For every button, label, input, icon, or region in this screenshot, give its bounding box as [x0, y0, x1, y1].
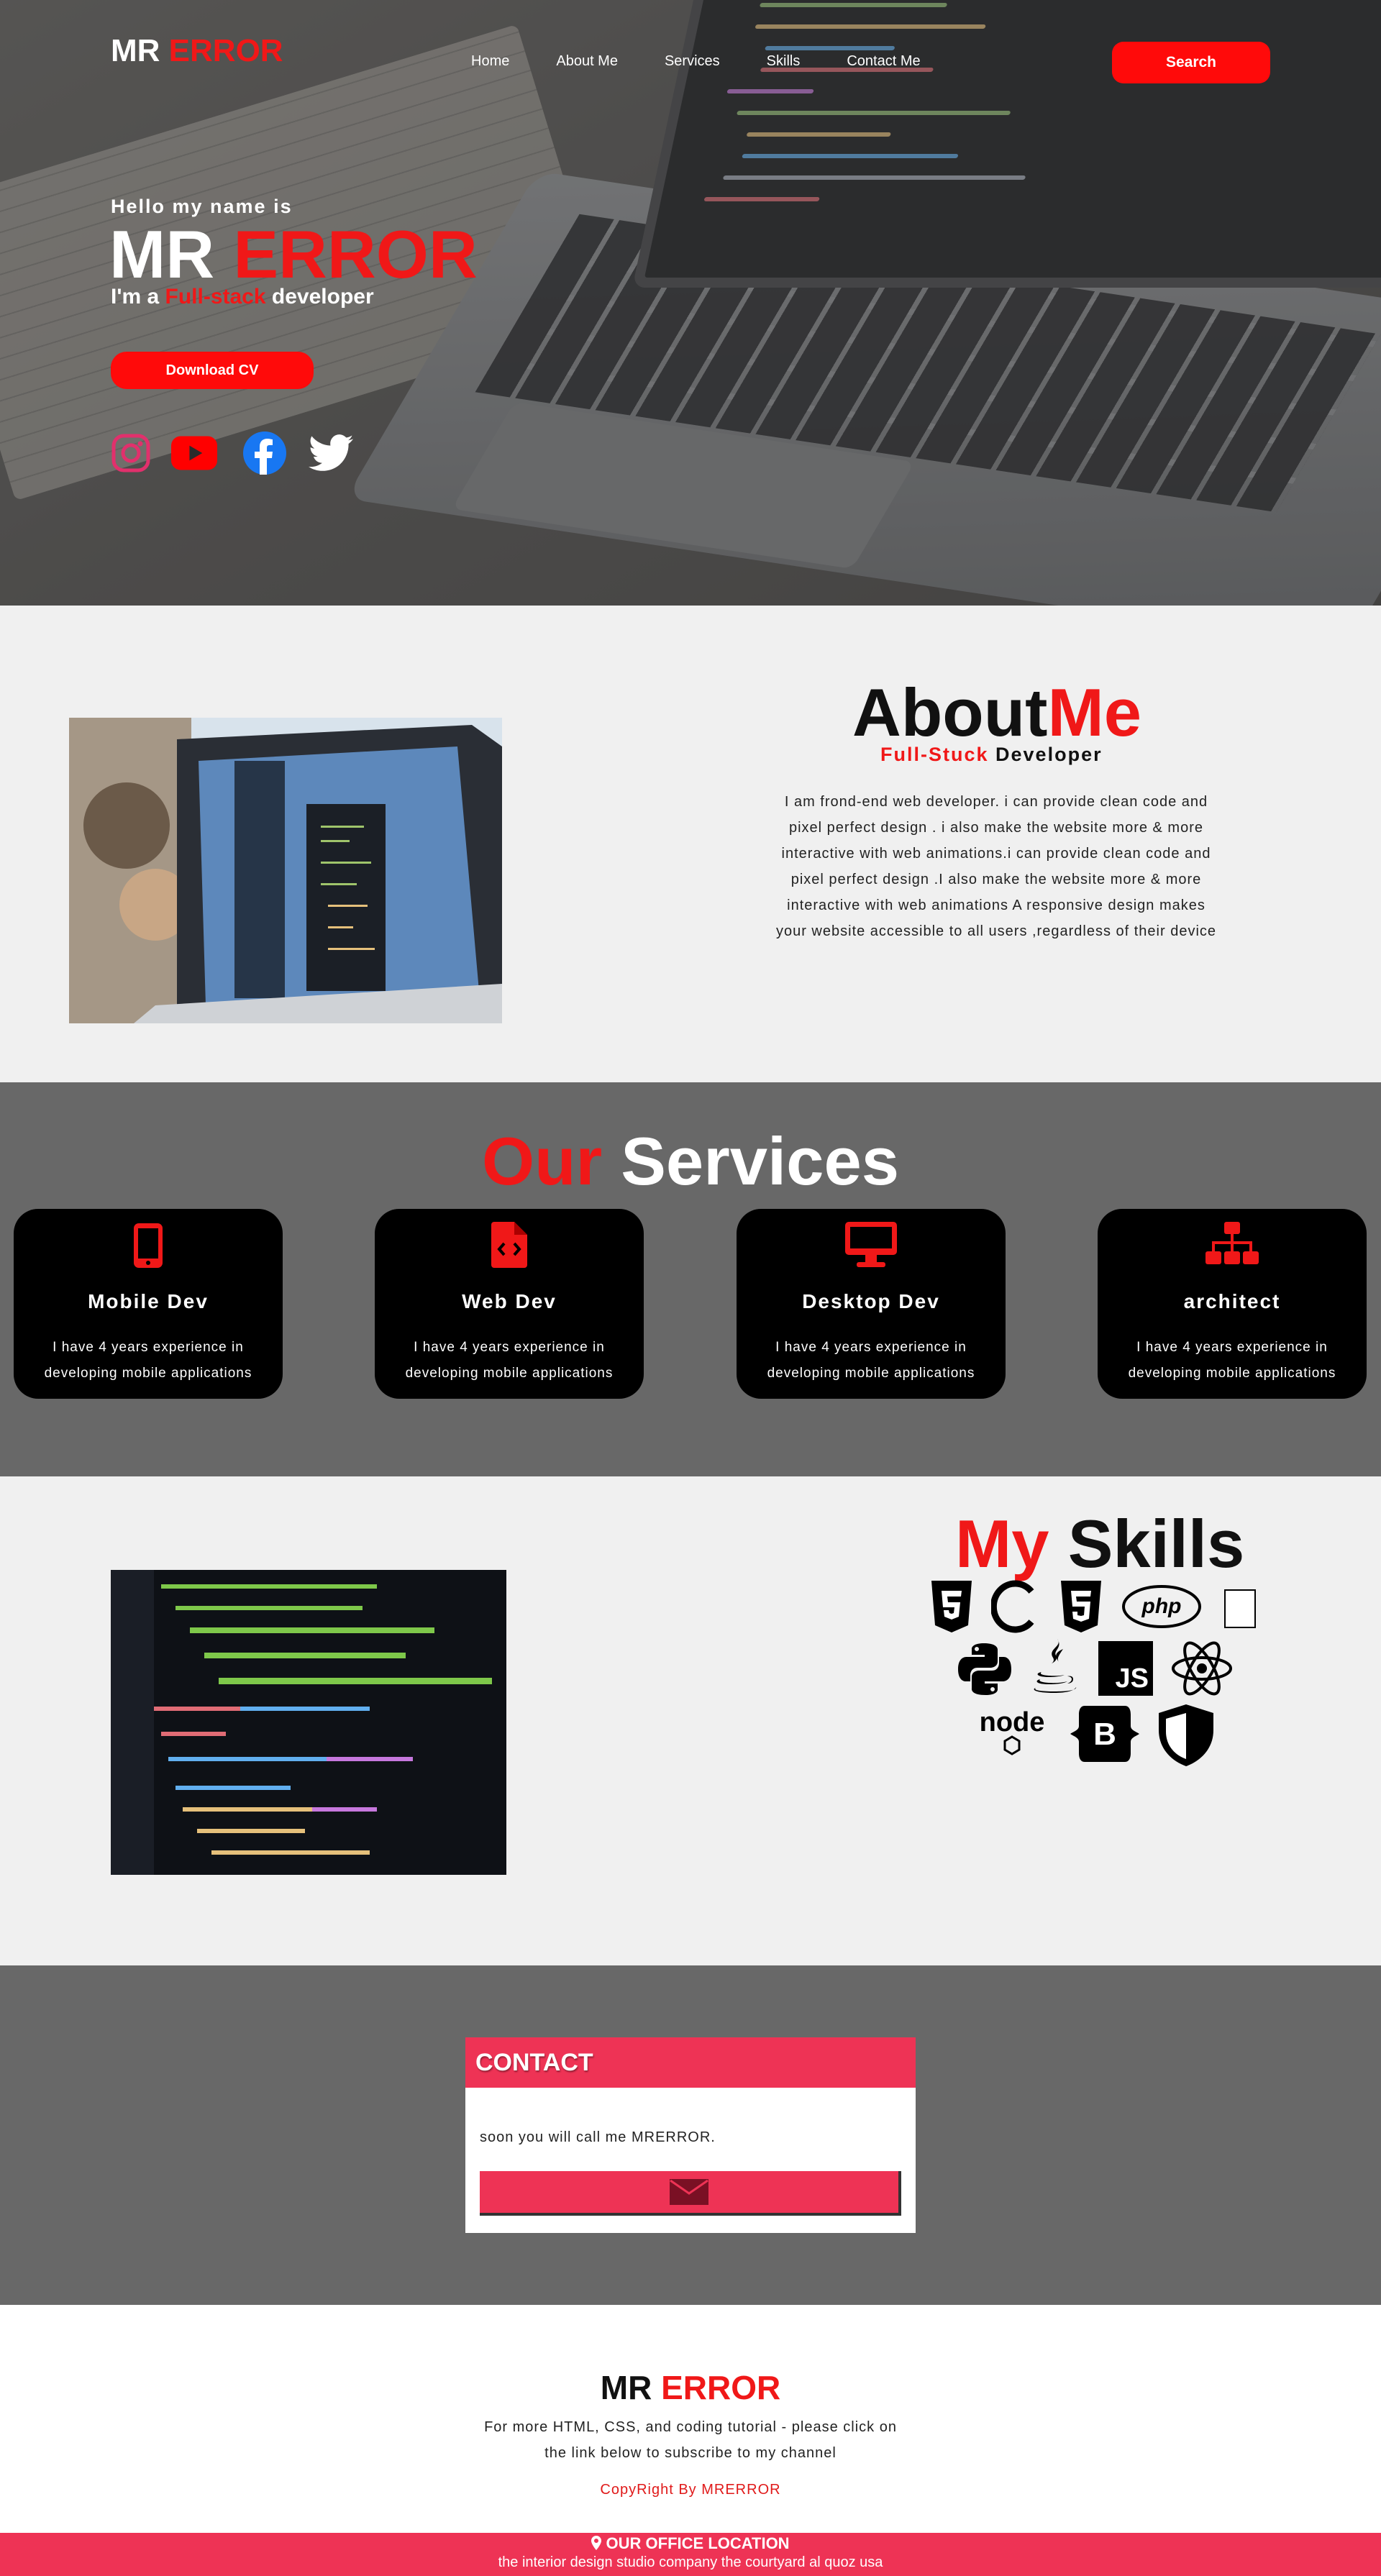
facebook-icon[interactable] [242, 430, 288, 476]
office-title: OUR OFFICE LOCATION [0, 2534, 1381, 2553]
role-highlight: Full-stack [165, 285, 266, 309]
services-section: Our Services Mobile Dev I have 4 years e… [0, 1082, 1381, 1476]
contact-section: CONTACT soon you will call me MRERROR. [0, 1965, 1381, 2305]
contact-mail-button[interactable] [480, 2171, 901, 2216]
mobile-icon [134, 1223, 163, 1268]
download-cv-button[interactable]: Download CV [111, 352, 314, 389]
shield-icon [1155, 1702, 1217, 1768]
contact-box: CONTACT soon you will call me MRERROR. [465, 2037, 916, 2233]
css3-icon [928, 1579, 975, 1635]
contact-header: CONTACT [465, 2037, 916, 2088]
role-suffix: developer [271, 285, 374, 309]
svg-text:node: node [980, 1707, 1045, 1737]
footer-text: For more HTML, CSS, and coding tutorial … [484, 2419, 897, 2461]
search-button[interactable]: Search [1112, 42, 1270, 83]
hero-name-second: ERROR [233, 216, 478, 292]
python-icon [958, 1640, 1011, 1698]
about-section: AboutMe Full-Stuck Developer I am frond-… [0, 606, 1381, 1082]
nodejs-icon: node [971, 1704, 1053, 1755]
about-subtitle: Full-Stuck Developer [880, 744, 1103, 766]
html5-icon [1057, 1579, 1105, 1635]
js-icon: JS [1098, 1640, 1154, 1696]
php-icon: php [1121, 1584, 1203, 1629]
service-desc: I have 4 years experience in developing … [767, 1340, 975, 1381]
service-card[interactable]: Web Dev I have 4 years experience in dev… [375, 1209, 644, 1399]
about-title: AboutMe [852, 674, 1141, 752]
java-icon [1030, 1638, 1080, 1699]
service-desc: I have 4 years experience in developing … [44, 1340, 252, 1381]
about-title-a: About [852, 675, 1048, 750]
service-title: architect [1183, 1290, 1281, 1312]
office-title-text: OUR OFFICE LOCATION [606, 2534, 790, 2552]
brand-logo[interactable]: MR ERROR [111, 33, 283, 69]
service-title: Web Dev [462, 1290, 557, 1312]
brand-first: MR [111, 33, 160, 68]
nav-about[interactable]: About Me [556, 53, 618, 70]
footer-section: MR ERROR For more HTML, CSS, and coding … [0, 2305, 1381, 2533]
file-code-icon [491, 1222, 527, 1268]
nav-skills[interactable]: Skills [767, 53, 801, 70]
service-card[interactable]: architect I have 4 years experience in d… [1098, 1209, 1367, 1399]
service-card[interactable]: Mobile Dev I have 4 years experience in … [14, 1209, 283, 1399]
services-title-b: Services [621, 1123, 900, 1199]
footer-logo[interactable]: MR ERROR [0, 2368, 1381, 2407]
c-icon [990, 1579, 1040, 1635]
twitter-icon[interactable] [308, 430, 354, 476]
instagram-icon[interactable] [108, 430, 154, 476]
office-location-bar: OUR OFFICE LOCATION the interior design … [0, 2533, 1381, 2576]
hero-section: MR ERROR Home About Me Services Skills C… [0, 0, 1381, 606]
footer-copyright[interactable]: CopyRight By MRERROR [0, 2482, 1381, 2498]
hero-name-first: MR [109, 216, 215, 292]
code-screen-image [111, 1570, 506, 1875]
service-desc: I have 4 years experience in developing … [405, 1340, 614, 1381]
hero-name: MR ERROR [109, 216, 478, 293]
footer-logo-second: ERROR [661, 2369, 781, 2406]
brand-second: ERROR [168, 33, 283, 68]
svg-text:B: B [1093, 1717, 1116, 1752]
about-sub-highlight: Full-Stuck [880, 744, 989, 765]
youtube-icon[interactable] [171, 430, 217, 476]
desktop-icon [845, 1222, 897, 1267]
bootstrap-icon: B [1070, 1704, 1139, 1764]
role-prefix: I'm a [111, 285, 160, 309]
nav-services[interactable]: Services [665, 53, 720, 70]
about-text: I am frond-end web developer. i can prov… [775, 794, 1217, 939]
main-nav: Home About Me Services Skills Contact Me [471, 53, 967, 70]
nav-home[interactable]: Home [471, 53, 509, 70]
services-title: Our Services [0, 1123, 1381, 1200]
skills-title-b: Skills [1067, 1506, 1245, 1581]
services-title-a: Our [481, 1123, 603, 1199]
footer-logo-first: MR [600, 2369, 652, 2406]
skills-section: My Skills php JS node B [0, 1476, 1381, 1965]
service-card[interactable]: Desktop Dev I have 4 years experience in… [737, 1209, 1006, 1399]
map-marker-icon [591, 2536, 602, 2550]
svg-text:php: php [1141, 1594, 1182, 1618]
office-address: the interior design studio company the c… [498, 2554, 883, 2570]
service-desc: I have 4 years experience in developing … [1128, 1340, 1336, 1381]
nav-contact[interactable]: Contact Me [847, 53, 920, 70]
envelope-icon [670, 2179, 708, 2205]
skills-title: My Skills [955, 1505, 1244, 1583]
about-title-b: Me [1047, 675, 1142, 750]
about-sub-rest: Developer [995, 744, 1103, 765]
about-laptop-image [69, 718, 502, 1023]
hero-greeting: Hello my name is [111, 196, 293, 217]
react-icon [1170, 1639, 1234, 1698]
sitemap-icon [1205, 1222, 1259, 1264]
broken-icon [1223, 1589, 1257, 1629]
service-title: Mobile Dev [88, 1290, 209, 1312]
hero-role: I'm a Full-stack developer [111, 285, 374, 309]
contact-text: soon you will call me MRERROR. [480, 2129, 716, 2145]
skills-title-a: My [955, 1506, 1049, 1581]
service-title: Desktop Dev [802, 1290, 940, 1312]
